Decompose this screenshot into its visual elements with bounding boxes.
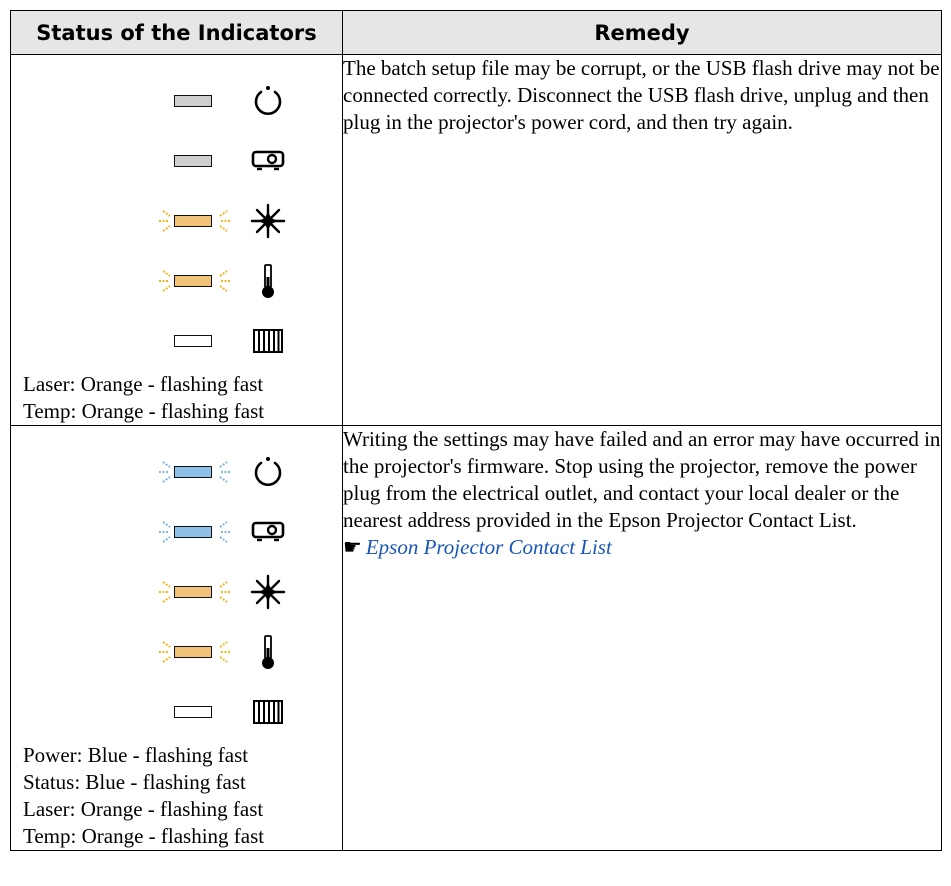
remedy-cell: Writing the settings may have failed and…	[342, 425, 942, 851]
table-row: Power: Blue - flashing fast Status: Blue…	[10, 425, 942, 851]
temp-lamp-wrap	[155, 269, 235, 309]
projector-icon	[250, 143, 286, 179]
status-line: Temp: Orange - flashing fast	[23, 399, 265, 423]
status-lamp-wrap	[155, 149, 235, 189]
laser-indicator-lamp	[174, 586, 212, 598]
remedy-text: The batch setup file may be corrupt, or …	[343, 56, 940, 134]
laser-icon	[250, 574, 286, 610]
laser-lamp-wrap	[155, 209, 235, 249]
power-lamp-wrap	[155, 89, 235, 129]
filter-indicator-lamp	[174, 335, 212, 347]
status-description: Laser: Orange - flashing fast Temp: Oran…	[11, 371, 342, 425]
filter-lamp-wrap	[155, 329, 235, 369]
temp-lamp-wrap	[155, 640, 235, 680]
indicator-temp	[11, 622, 342, 682]
thermometer-icon	[250, 263, 286, 299]
indicator-temp	[11, 251, 342, 311]
status-line: Laser: Orange - flashing fast	[23, 372, 264, 396]
temp-indicator-lamp	[174, 275, 212, 287]
indicator-list	[11, 426, 342, 742]
status-line: Status: Blue - flashing fast	[23, 770, 246, 794]
indicator-status	[11, 502, 342, 562]
indicator-power	[11, 442, 342, 502]
status-line: Power: Blue - flashing fast	[23, 743, 249, 767]
status-description: Power: Blue - flashing fast Status: Blue…	[11, 742, 342, 850]
indicator-cell: Power: Blue - flashing fast Status: Blue…	[10, 425, 343, 851]
power-lamp-wrap	[155, 460, 235, 500]
temp-indicator-lamp	[174, 646, 212, 658]
status-line: Laser: Orange - flashing fast	[23, 797, 264, 821]
indicator-filter	[11, 682, 342, 742]
laser-indicator-lamp	[174, 215, 212, 227]
status-line: Temp: Orange - flashing fast	[23, 824, 265, 848]
indicator-status	[11, 131, 342, 191]
indicator-status-table: Status of the Indicators Remedy Laser: O…	[10, 10, 942, 851]
filter-icon	[250, 323, 286, 359]
indicator-laser	[11, 191, 342, 251]
contact-list-link[interactable]: ☛ Epson Projector Contact List	[343, 534, 941, 561]
power-icon	[250, 83, 286, 119]
header-status-of-indicators: Status of the Indicators	[10, 10, 343, 55]
status-lamp-wrap	[155, 520, 235, 560]
table-header-row: Status of the Indicators Remedy	[10, 10, 942, 55]
power-indicator-lamp	[174, 466, 212, 478]
indicator-list	[11, 55, 342, 371]
laser-icon	[250, 203, 286, 239]
filter-icon	[250, 694, 286, 730]
status-indicator-lamp	[174, 526, 212, 538]
indicator-laser	[11, 562, 342, 622]
remedy-text: Writing the settings may have failed and…	[343, 427, 941, 532]
power-icon	[250, 454, 286, 490]
projector-icon	[250, 514, 286, 550]
remedy-cell: The batch setup file may be corrupt, or …	[342, 54, 942, 426]
header-remedy: Remedy	[342, 10, 942, 55]
filter-lamp-wrap	[155, 700, 235, 740]
indicator-power	[11, 71, 342, 131]
thermometer-icon	[250, 634, 286, 670]
power-indicator-lamp	[174, 95, 212, 107]
pointing-hand-icon: ☛	[343, 535, 362, 559]
filter-indicator-lamp	[174, 706, 212, 718]
status-indicator-lamp	[174, 155, 212, 167]
laser-lamp-wrap	[155, 580, 235, 620]
indicator-cell: Laser: Orange - flashing fast Temp: Oran…	[10, 54, 343, 426]
contact-list-link-text[interactable]: Epson Projector Contact List	[366, 535, 612, 559]
indicator-filter	[11, 311, 342, 371]
table-row: Laser: Orange - flashing fast Temp: Oran…	[10, 54, 942, 426]
